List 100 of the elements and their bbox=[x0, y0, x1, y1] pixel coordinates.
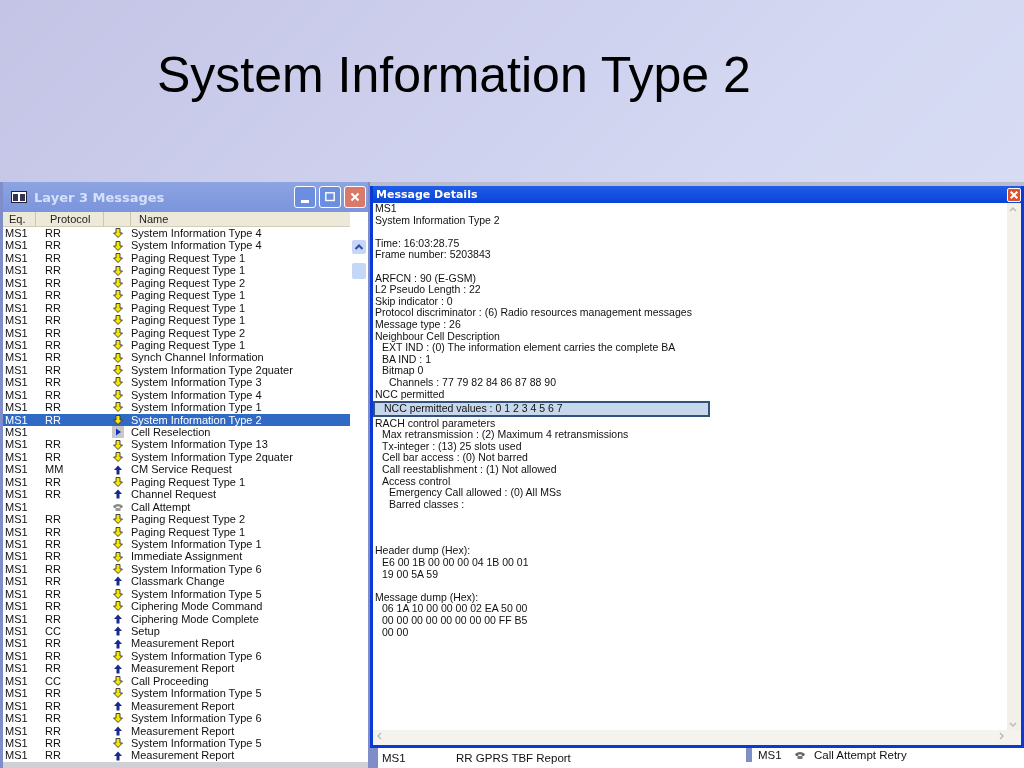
detail-line[interactable]: Frame number: 5203843 bbox=[373, 249, 1007, 261]
horizontal-scrollbar[interactable] bbox=[373, 730, 1021, 745]
message-row[interactable]: MS1 RR System Information Type 2quater bbox=[3, 450, 350, 464]
detail-line[interactable]: Barred classes : bbox=[373, 498, 1007, 511]
message-row[interactable]: MS1 RR Measurement Report bbox=[3, 637, 350, 650]
message-row[interactable]: MS1 CC Call Proceeding bbox=[3, 674, 350, 688]
message-row[interactable]: MS1 RR System Information Type 6 bbox=[3, 649, 350, 663]
message-row[interactable]: MS1 RR System Information Type 1 bbox=[3, 537, 350, 551]
maximize-icon bbox=[323, 190, 337, 204]
message-row[interactable]: MS1 RR Paging Request Type 1 bbox=[3, 314, 350, 327]
message-row[interactable]: MS1 RR Paging Request Type 1 bbox=[3, 264, 350, 277]
detail-line[interactable]: Protocol discriminator : (6) Radio resources management messages bbox=[373, 307, 1007, 319]
message-row[interactable]: MS1 RR System Information Type 2 bbox=[3, 413, 350, 426]
table-cell-text: MS1 bbox=[4, 326, 29, 339]
message-row[interactable]: MS1 RR Paging Request Type 1 bbox=[3, 475, 350, 489]
message-row[interactable]: MS1 RR System Information Type 6 bbox=[3, 562, 350, 576]
message-row[interactable]: MS1 RR System Information Type 3 bbox=[3, 376, 350, 389]
detail-line[interactable]: Message dump (Hex): bbox=[373, 591, 1007, 604]
detail-line[interactable]: ARFCN : 90 (E-GSM) bbox=[373, 272, 1007, 285]
detail-line[interactable]: E6 00 1B 00 00 00 04 1B 00 01 bbox=[373, 557, 1007, 569]
message-row[interactable]: MS1 RR System Information Type 4 bbox=[3, 388, 350, 402]
message-row[interactable]: MS1 RR Paging Request Type 1 bbox=[3, 525, 350, 538]
message-row[interactable]: MS1 RR Paging Request Type 2 bbox=[3, 276, 350, 290]
detail-line[interactable]: Emergency Call allowed : (0) All MSs bbox=[373, 487, 1007, 499]
detail-line[interactable]: 00 00 00 00 00 00 00 00 FF B5 bbox=[373, 615, 1007, 627]
table-cell-text: Measurement Report bbox=[131, 662, 236, 675]
message-row[interactable]: MS1 RR Paging Request Type 1 bbox=[3, 251, 350, 265]
scrollbar-thumb[interactable] bbox=[352, 263, 366, 279]
maximize-button[interactable] bbox=[319, 186, 341, 208]
detail-line[interactable]: EXT IND : (0) The information element carries the complete BA bbox=[373, 342, 1007, 354]
message-row[interactable]: MS1 Call Attempt bbox=[3, 500, 350, 514]
table-cell-text: MS1 bbox=[758, 749, 783, 761]
vertical-scrollbar[interactable] bbox=[1007, 203, 1021, 730]
table-cell: Call Attempt Retry bbox=[814, 749, 907, 761]
message-row[interactable]: MS1 RR Synch Channel Information bbox=[3, 351, 350, 364]
message-row[interactable]: MS1 RR Classmark Change bbox=[3, 575, 350, 588]
detail-line[interactable]: 00 00 bbox=[373, 626, 1007, 639]
detail-line[interactable]: 06 1A 10 00 00 00 02 EA 50 00 bbox=[373, 603, 1007, 615]
message-row[interactable]: MS1 RR Channel Request bbox=[3, 488, 350, 501]
table-cell-text: MS1 bbox=[382, 752, 407, 764]
message-row[interactable]: MS1 RR Paging Request Type 2 bbox=[3, 326, 350, 339]
message-row[interactable]: MS1 RR System Information Type 13 bbox=[3, 438, 350, 451]
message-row[interactable]: MS1 RR Measurement Report bbox=[3, 724, 350, 737]
table-cell-text: MS1 bbox=[4, 376, 29, 389]
message-row[interactable]: MS1 RR Paging Request Type 2 bbox=[3, 513, 350, 526]
detail-line[interactable]: Bitmap 0 bbox=[373, 365, 1007, 377]
message-row[interactable]: MS1 RR System Information Type 5 bbox=[3, 587, 350, 601]
message-row[interactable]: MS1 CC Setup bbox=[3, 625, 350, 638]
message-row[interactable]: MS1 Call Attempt Retry bbox=[746, 748, 907, 762]
close-button[interactable] bbox=[1007, 187, 1021, 202]
message-row[interactable]: MS1 RR Ciphering Mode Command bbox=[3, 600, 350, 613]
message-row[interactable]: MS1 RR Measurement Report bbox=[3, 749, 350, 762]
table-cell-text: Measurement Report bbox=[131, 724, 236, 737]
detail-line[interactable]: Channels : 77 79 82 84 86 87 88 90 bbox=[373, 376, 1007, 389]
table-cell: RR bbox=[45, 712, 61, 725]
detail-line[interactable]: Max retransmission : (2) Maximum 4 retransmissions bbox=[373, 429, 1007, 441]
detail-line[interactable]: Call reestablishment : (1) Not allowed bbox=[373, 464, 1007, 476]
table-cell: RR bbox=[45, 351, 61, 364]
detail-line[interactable]: BA IND : 1 bbox=[373, 353, 1007, 366]
message-row[interactable]: MS1 RR Paging Request Type 1 bbox=[3, 301, 350, 315]
message-row[interactable]: MS1 RR System Information Type 6 bbox=[3, 712, 350, 725]
detail-line[interactable]: Time: 16:03:28.75 bbox=[373, 237, 1007, 250]
message-row[interactable]: MS1 Cell Reselection bbox=[3, 426, 350, 439]
down-arrow-icon bbox=[112, 389, 123, 400]
detail-line[interactable]: 19 00 5A 59 bbox=[373, 568, 1007, 581]
detail-line[interactable]: RACH control parameters bbox=[373, 417, 1007, 430]
message-row[interactable]: MS1 RR GPRS TBF Report bbox=[378, 748, 746, 768]
detail-line[interactable]: Skip indicator : 0 bbox=[373, 295, 1007, 308]
detail-line[interactable]: Header dump (Hex): bbox=[373, 545, 1007, 558]
detail-line[interactable]: System Information Type 2 bbox=[373, 214, 1007, 227]
message-row[interactable]: MS1 RR System Information Type 2quater bbox=[3, 363, 350, 377]
message-row[interactable]: MS1 RR Ciphering Mode Complete bbox=[3, 612, 350, 625]
message-row[interactable]: MS1 RR System Information Type 4 bbox=[3, 227, 350, 240]
close-button[interactable] bbox=[344, 186, 366, 208]
detail-line[interactable]: Tx-integer : (13) 25 slots used bbox=[373, 440, 1007, 453]
message-row[interactable]: MS1 RR System Information Type 5 bbox=[3, 736, 350, 750]
detail-line[interactable]: NCC permitted bbox=[373, 388, 1007, 401]
message-row[interactable]: MS1 RR Measurement Report bbox=[3, 662, 350, 675]
table-cell-text: MS1 bbox=[4, 338, 29, 352]
message-row[interactable]: MS1 RR Paging Request Type 1 bbox=[3, 289, 350, 302]
detail-line[interactable]: MS1 bbox=[373, 203, 1007, 215]
message-row[interactable]: MS1 RR System Information Type 4 bbox=[3, 239, 350, 252]
message-row[interactable]: MS1 MM CM Service Request bbox=[3, 463, 350, 476]
message-row[interactable]: MS1 RR Paging Request Type 1 bbox=[3, 338, 350, 352]
detail-line[interactable]: Access control bbox=[373, 475, 1007, 488]
message-row[interactable]: MS1 RR System Information Type 5 bbox=[3, 687, 350, 700]
detail-line[interactable]: L2 Pseudo Length : 22 bbox=[373, 284, 1007, 296]
detail-line[interactable]: Cell bar access : (0) Not barred bbox=[373, 452, 1007, 465]
table-cell: RR bbox=[45, 450, 61, 463]
column-header[interactable]: Eq. bbox=[3, 212, 36, 226]
table-cell-text: MS1 bbox=[4, 550, 29, 563]
column-header[interactable]: Name bbox=[131, 212, 350, 226]
detail-line[interactable]: Message type : 26 bbox=[373, 318, 1007, 331]
table-cell: RR bbox=[45, 276, 61, 289]
detail-line[interactable]: Neighbour Cell Description bbox=[373, 330, 1007, 343]
message-row[interactable]: MS1 RR Measurement Report bbox=[3, 699, 350, 713]
message-row[interactable]: MS1 RR Immediate Assignment bbox=[3, 550, 350, 563]
message-row[interactable]: MS1 RR System Information Type 1 bbox=[3, 401, 350, 414]
column-header[interactable]: Protocol bbox=[36, 212, 104, 226]
minimize-button[interactable] bbox=[294, 186, 316, 208]
